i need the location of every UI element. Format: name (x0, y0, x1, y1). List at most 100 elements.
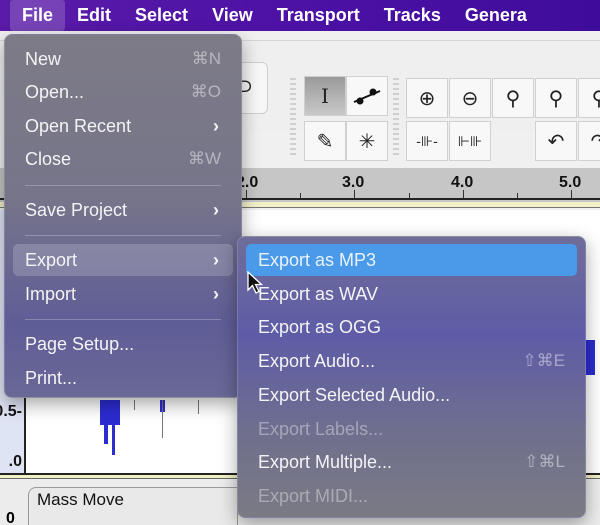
file-menu-open-recent[interactable]: Open Recent › (13, 110, 233, 142)
shortcut-label: ⇧⌘L (524, 452, 565, 471)
waveform-segment (134, 400, 135, 410)
menu-item-label: Export Selected Audio... (258, 385, 451, 405)
fit-project-button[interactable]: ⚲ (535, 78, 577, 118)
export-as-wav[interactable]: Export as WAV (246, 278, 577, 310)
trim-icon: -⊪- (416, 132, 438, 149)
redo-icon: ↷ (590, 130, 600, 153)
menu-item-label: Export (25, 250, 78, 270)
fit-selection-button[interactable]: ⚲ (492, 78, 534, 118)
menu-item-label: Export as WAV (258, 284, 379, 304)
menu-item-label: Export as MP3 (258, 250, 377, 270)
zoom-toggle-icon: ⚲ (591, 87, 600, 110)
waveform-segment (198, 400, 199, 414)
menu-item-label: Export as OGG (258, 317, 382, 337)
waveform-segment (100, 400, 120, 425)
envelope-tool-button[interactable] (346, 76, 388, 116)
chevron-right-icon: › (213, 116, 219, 136)
file-menu-save-project[interactable]: Save Project › (13, 194, 233, 226)
file-menu: New ⌘N Open... ⌘O Open Recent › Close ⌘W… (4, 34, 242, 398)
export-multiple[interactable]: Export Multiple... ⇧⌘L (246, 446, 577, 478)
shortcut-label: ⌘N (191, 49, 221, 68)
menu-file[interactable]: File (10, 0, 66, 31)
menu-item-label: Import (25, 284, 77, 304)
mouse-pointer-icon (247, 271, 263, 294)
menu-select[interactable]: Select (123, 0, 200, 31)
file-menu-import[interactable]: Import › (13, 278, 233, 310)
menu-item-label: Save Project (25, 200, 128, 220)
waveform-segment (585, 340, 595, 375)
file-menu-new[interactable]: New ⌘N (13, 43, 233, 75)
file-menu-open[interactable]: Open... ⌘O (13, 76, 233, 108)
selection-tool-button[interactable]: I (304, 76, 346, 116)
menu-bar: File Edit Select View Transport Tracks G… (0, 0, 600, 31)
menu-edit[interactable]: Edit (65, 0, 123, 31)
menu-item-label: Print... (25, 368, 78, 388)
shortcut-label: ⌘W (187, 149, 221, 168)
zoom-out-button[interactable]: ⊖ (449, 78, 491, 118)
trim-audio-button[interactable]: -⊪- (406, 121, 448, 161)
zoom-toggle-button[interactable]: ⚲ (578, 78, 600, 118)
export-submenu: Export as MP3 Export as WAV Export as OG… (237, 236, 586, 518)
menu-tracks[interactable]: Tracks (372, 0, 453, 31)
chevron-right-icon: › (213, 284, 219, 304)
ruler-tick (246, 190, 247, 198)
pencil-icon: ✎ (316, 130, 334, 153)
fit-selection-icon: ⚲ (505, 87, 521, 110)
export-as-mp3[interactable]: Export as MP3 (246, 244, 577, 276)
shortcut-label: ⇧⌘E (522, 351, 565, 370)
menu-item-label: Export Labels... (258, 419, 384, 439)
zoom-in-icon: ⊕ (418, 87, 436, 110)
undo-icon: ↶ (547, 130, 565, 153)
menu-generate[interactable]: Genera (453, 0, 539, 31)
file-menu-export[interactable]: Export › (13, 244, 233, 276)
export-labels: Export Labels... (246, 413, 577, 445)
waveform-segment (162, 400, 163, 438)
amplitude-label: .0 (8, 453, 22, 470)
zoom-out-icon: ⊖ (461, 87, 479, 110)
chevron-right-icon: › (213, 250, 219, 270)
menu-item-label: New (25, 49, 62, 69)
zoom-in-button[interactable]: ⊕ (406, 78, 448, 118)
menu-item-label: Open... (25, 82, 85, 102)
fit-project-icon: ⚲ (548, 87, 564, 110)
menu-separator (25, 185, 221, 186)
export-audio[interactable]: Export Audio... ⇧⌘E (246, 345, 577, 377)
amplitude-label: 0.5- (0, 403, 22, 420)
menu-separator (25, 235, 221, 236)
envelope-icon (353, 88, 381, 105)
draw-tool-button[interactable]: ✎ (304, 121, 346, 161)
export-as-ogg[interactable]: Export as OGG (246, 311, 577, 343)
file-menu-page-setup[interactable]: Page Setup... (13, 328, 233, 360)
export-selected-audio[interactable]: Export Selected Audio... (246, 379, 577, 411)
clip-title-bar[interactable]: Mass Move (28, 487, 238, 525)
menu-item-label: Open Recent (25, 116, 132, 136)
chevron-right-icon: › (213, 200, 219, 220)
menu-item-label: Export Audio... (258, 351, 376, 371)
waveform-segment (112, 400, 115, 455)
toolbar-grip-2[interactable] (393, 78, 399, 158)
undo-button[interactable]: ↶ (535, 121, 577, 161)
file-menu-close[interactable]: Close ⌘W (13, 143, 233, 175)
menu-transport[interactable]: Transport (265, 0, 372, 31)
i-beam-icon: I (321, 84, 329, 108)
toolbar-grip[interactable] (290, 78, 296, 158)
menu-view[interactable]: View (200, 0, 265, 31)
file-menu-print[interactable]: Print... (13, 362, 233, 394)
redo-button[interactable]: ↷ (578, 121, 600, 161)
menu-item-label: Close (25, 149, 72, 169)
multi-tool-button[interactable]: ✳ (346, 121, 388, 161)
menu-item-label: Page Setup... (25, 334, 135, 354)
menu-item-label: Export MIDI... (258, 486, 369, 506)
menu-separator (25, 319, 221, 320)
export-midi: Export MIDI... (246, 480, 577, 512)
ruler-tick (463, 190, 464, 198)
silence-audio-button[interactable]: ⊩⊪ (449, 121, 491, 161)
asterisk-icon: ✳ (358, 130, 376, 153)
silence-icon: ⊩⊪ (457, 132, 483, 149)
ruler-tick (354, 190, 355, 198)
menu-item-label: Export Multiple... (258, 452, 393, 472)
waveform-segment (104, 400, 108, 444)
shortcut-label: ⌘O (190, 82, 221, 101)
amplitude-label: 0 (6, 510, 15, 525)
ruler-tick (571, 190, 572, 198)
